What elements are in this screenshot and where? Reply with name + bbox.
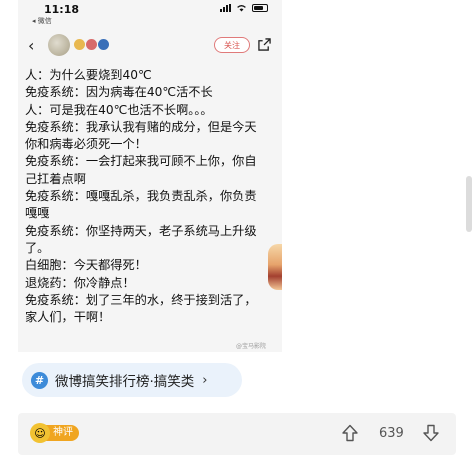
status-bar: 11:18 ◂ 微信: [18, 0, 282, 26]
badge-icon: [74, 39, 85, 50]
post-text-line: 了。: [25, 240, 50, 255]
follow-button[interactable]: 关注: [214, 37, 250, 53]
post-text-line: 人：可是我在40℃也活不长啊。。。: [25, 102, 213, 117]
hashtag-icon: #: [31, 371, 48, 389]
sticker-decoration: [268, 244, 282, 290]
smiley-icon: ☺: [30, 423, 50, 443]
signal-icon: [220, 4, 231, 12]
post-text-line: 免疫系统：一会打起来我可顾不上你，你自: [25, 154, 257, 169]
post-text-line: 己扛着点啊: [25, 171, 86, 186]
comment-action-bar: ☺ 神评 639: [18, 413, 456, 455]
post-text-line: 人：为什么要烧到40℃: [25, 68, 152, 82]
user-badges: [74, 39, 109, 50]
post-text-line: 白细胞：今天都得死！: [25, 258, 147, 273]
scrollbar[interactable]: [466, 176, 472, 232]
topic-label: 微博搞笑排行榜·搞笑类: [55, 374, 195, 390]
wifi-icon: [237, 5, 246, 12]
battery-icon: [252, 4, 268, 12]
badge-icon: [98, 39, 109, 50]
post-text-line: 免疫系统：我承认我有赌的成分，但是今天: [25, 119, 257, 134]
post-text-line: 你和病毒必须死一个！: [25, 137, 147, 152]
badge-icon: [86, 39, 97, 50]
status-time: 11:18: [44, 3, 80, 16]
downvote-icon[interactable]: [423, 424, 439, 442]
post-body-text: 人：为什么要烧到40℃ 免疫系统：因为病毒在40℃活不长 人：可是我在40℃也活不长…: [25, 67, 280, 326]
post-text-line: 免疫系统：你坚持两天，老子系统马上升级: [25, 223, 257, 238]
post-nav-bar: ‹ 关注: [18, 30, 282, 62]
post-text-line: 嘎嘎: [25, 206, 50, 221]
chevron-right-icon: ›: [202, 372, 208, 388]
avatar[interactable]: [48, 34, 70, 56]
post-text-line: 退烧药：你冷静点！: [25, 275, 135, 290]
post-text-line: 免疫系统：因为病毒在40℃活不长: [25, 85, 213, 100]
post-text-line: 免疫系统：嘎嘎乱杀，我负责乱杀，你负责: [25, 189, 257, 204]
share-icon[interactable]: [258, 38, 271, 51]
post-text-line: 家人们，干啊！: [25, 310, 111, 325]
like-count: 639: [379, 426, 404, 441]
upvote-icon[interactable]: [342, 424, 358, 442]
back-icon[interactable]: ‹: [28, 36, 34, 55]
back-to-app-label: ◂ 微信: [32, 17, 52, 25]
topic-tag[interactable]: # 微博搞笑排行榜·搞笑类 ›: [22, 363, 242, 397]
post-image[interactable]: 11:18 ◂ 微信 ‹ 关注 人：为什么要烧到40℃ 免疫系统：因为病毒在40…: [18, 0, 282, 352]
post-text-line: 免疫系统：划了三年的水，终于接到活了，: [25, 292, 257, 307]
status-icons: [220, 4, 268, 12]
watermark: @宝马影院: [236, 343, 267, 350]
top-comment-badge[interactable]: ☺ 神评: [30, 423, 79, 443]
